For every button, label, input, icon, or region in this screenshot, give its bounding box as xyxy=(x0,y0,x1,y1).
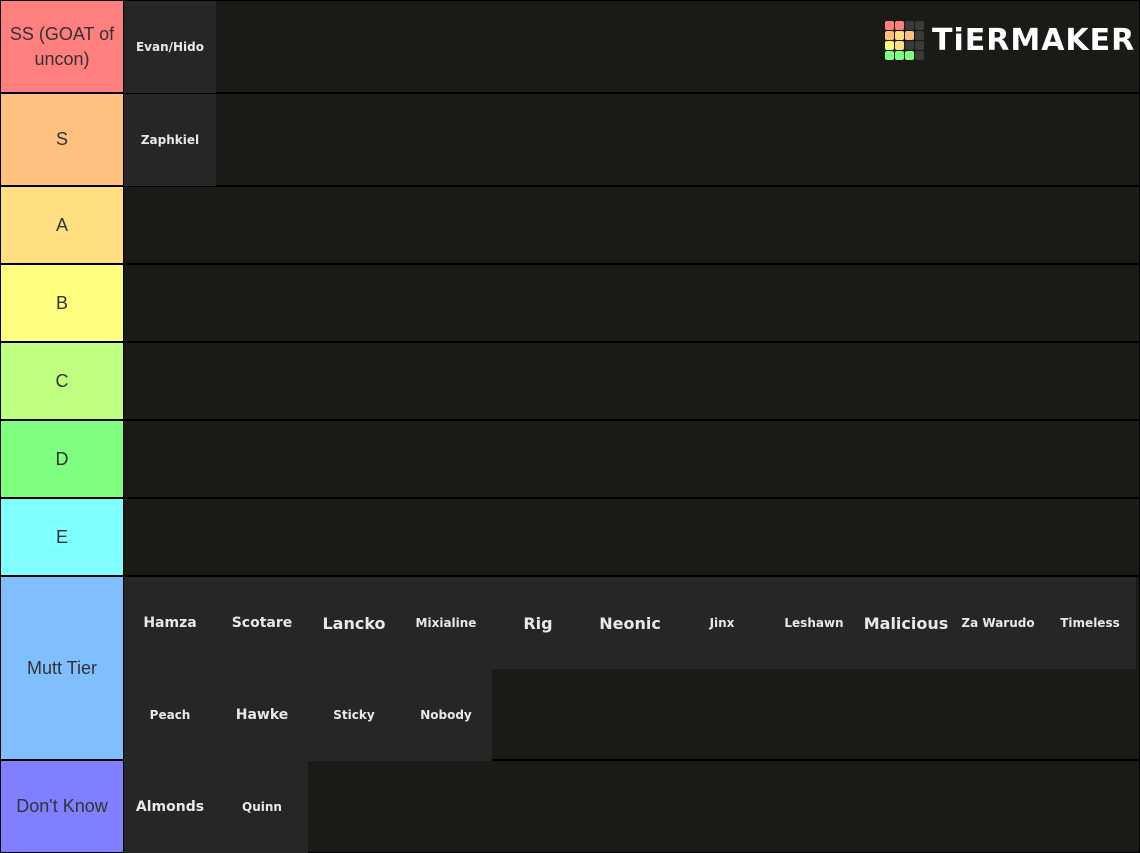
tier-item[interactable]: Rig xyxy=(492,577,584,669)
logo-text: TiERMAKER xyxy=(932,23,1136,58)
tier-items-dropzone[interactable]: Hamza Scotare Lancko Mixialine Rig Neonic Jinx… xyxy=(124,577,1139,761)
logo-grid-cell xyxy=(915,41,924,50)
logo-grid-cell xyxy=(905,31,914,40)
tier-item[interactable]: Lancko xyxy=(308,577,400,669)
tier-row: S Zaphkiel xyxy=(1,94,1139,187)
tier-row: A xyxy=(1,187,1139,265)
logo-grid-cell xyxy=(905,51,914,60)
tier-item[interactable]: Scotare xyxy=(216,577,308,669)
tier-item[interactable]: Jinx xyxy=(676,577,768,669)
tier-items-dropzone[interactable] xyxy=(124,421,1139,497)
tier-row: E xyxy=(1,499,1139,577)
tier-item[interactable]: Hamza xyxy=(124,577,216,669)
logo-grid-cell xyxy=(905,21,914,30)
tier-label[interactable]: C xyxy=(1,343,124,419)
tier-label[interactable]: D xyxy=(1,421,124,497)
tier-item[interactable]: Zaphkiel xyxy=(124,94,216,186)
tier-label[interactable]: S xyxy=(1,94,124,185)
tier-label[interactable]: E xyxy=(1,499,124,575)
tier-items-dropzone[interactable] xyxy=(124,499,1139,575)
tier-item[interactable]: Za Warudo xyxy=(952,577,1044,669)
tier-items-dropzone[interactable] xyxy=(124,265,1139,341)
tier-item[interactable]: Evan/Hido xyxy=(124,1,216,93)
tier-item[interactable]: Almonds xyxy=(124,761,216,853)
tier-item[interactable]: Hawke xyxy=(216,669,308,761)
tier-list-board: SS (GOAT of uncon) Evan/Hido S Zaphkiel A B C D… xyxy=(0,0,1140,853)
tier-item[interactable]: Timeless xyxy=(1044,577,1136,669)
logo-grid-cell xyxy=(895,21,904,30)
logo-grid-cell xyxy=(895,31,904,40)
tier-label[interactable]: SS (GOAT of uncon) xyxy=(1,1,124,92)
tiermaker-logo: TiERMAKER xyxy=(885,21,1135,60)
tier-items-dropzone[interactable] xyxy=(124,187,1139,263)
logo-grid-cell xyxy=(885,31,894,40)
tier-item[interactable]: Sticky xyxy=(308,669,400,761)
tier-label[interactable]: Don't Know xyxy=(1,761,124,852)
tier-row: B xyxy=(1,265,1139,343)
logo-grid-cell xyxy=(915,51,924,60)
tier-items-dropzone[interactable]: Zaphkiel xyxy=(124,94,1139,186)
logo-grid-cell xyxy=(885,21,894,30)
logo-grid-cell xyxy=(895,51,904,60)
tier-label[interactable]: Mutt Tier xyxy=(1,577,124,759)
tier-item[interactable]: Quinn xyxy=(216,761,308,853)
tier-item[interactable]: Neonic xyxy=(584,577,676,669)
logo-grid-cell xyxy=(905,41,914,50)
tier-row: C xyxy=(1,343,1139,421)
tier-label[interactable]: B xyxy=(1,265,124,341)
tier-item[interactable]: Peach xyxy=(124,669,216,761)
tier-row: D xyxy=(1,421,1139,499)
tier-items-dropzone[interactable]: Almonds Quinn xyxy=(124,761,1139,853)
tiers-container: SS (GOAT of uncon) Evan/Hido S Zaphkiel A B C D… xyxy=(1,1,1139,853)
tier-item[interactable]: Leshawn xyxy=(768,577,860,669)
tier-item[interactable]: Nobody xyxy=(400,669,492,761)
logo-grid-cell xyxy=(915,21,924,30)
tiermaker-grid-icon xyxy=(885,21,924,60)
logo-grid-cell xyxy=(915,31,924,40)
logo-grid-cell xyxy=(885,51,894,60)
tier-item[interactable]: Malicious xyxy=(860,577,952,669)
logo-grid-cell xyxy=(895,41,904,50)
tier-row: Don't Know Almonds Quinn xyxy=(1,761,1139,853)
tier-items-dropzone[interactable] xyxy=(124,343,1139,419)
tier-row: Mutt Tier Hamza Scotare Lancko Mixialine Rig N… xyxy=(1,577,1139,761)
tier-item[interactable]: Mixialine xyxy=(400,577,492,669)
tier-label[interactable]: A xyxy=(1,187,124,263)
logo-grid-cell xyxy=(885,41,894,50)
